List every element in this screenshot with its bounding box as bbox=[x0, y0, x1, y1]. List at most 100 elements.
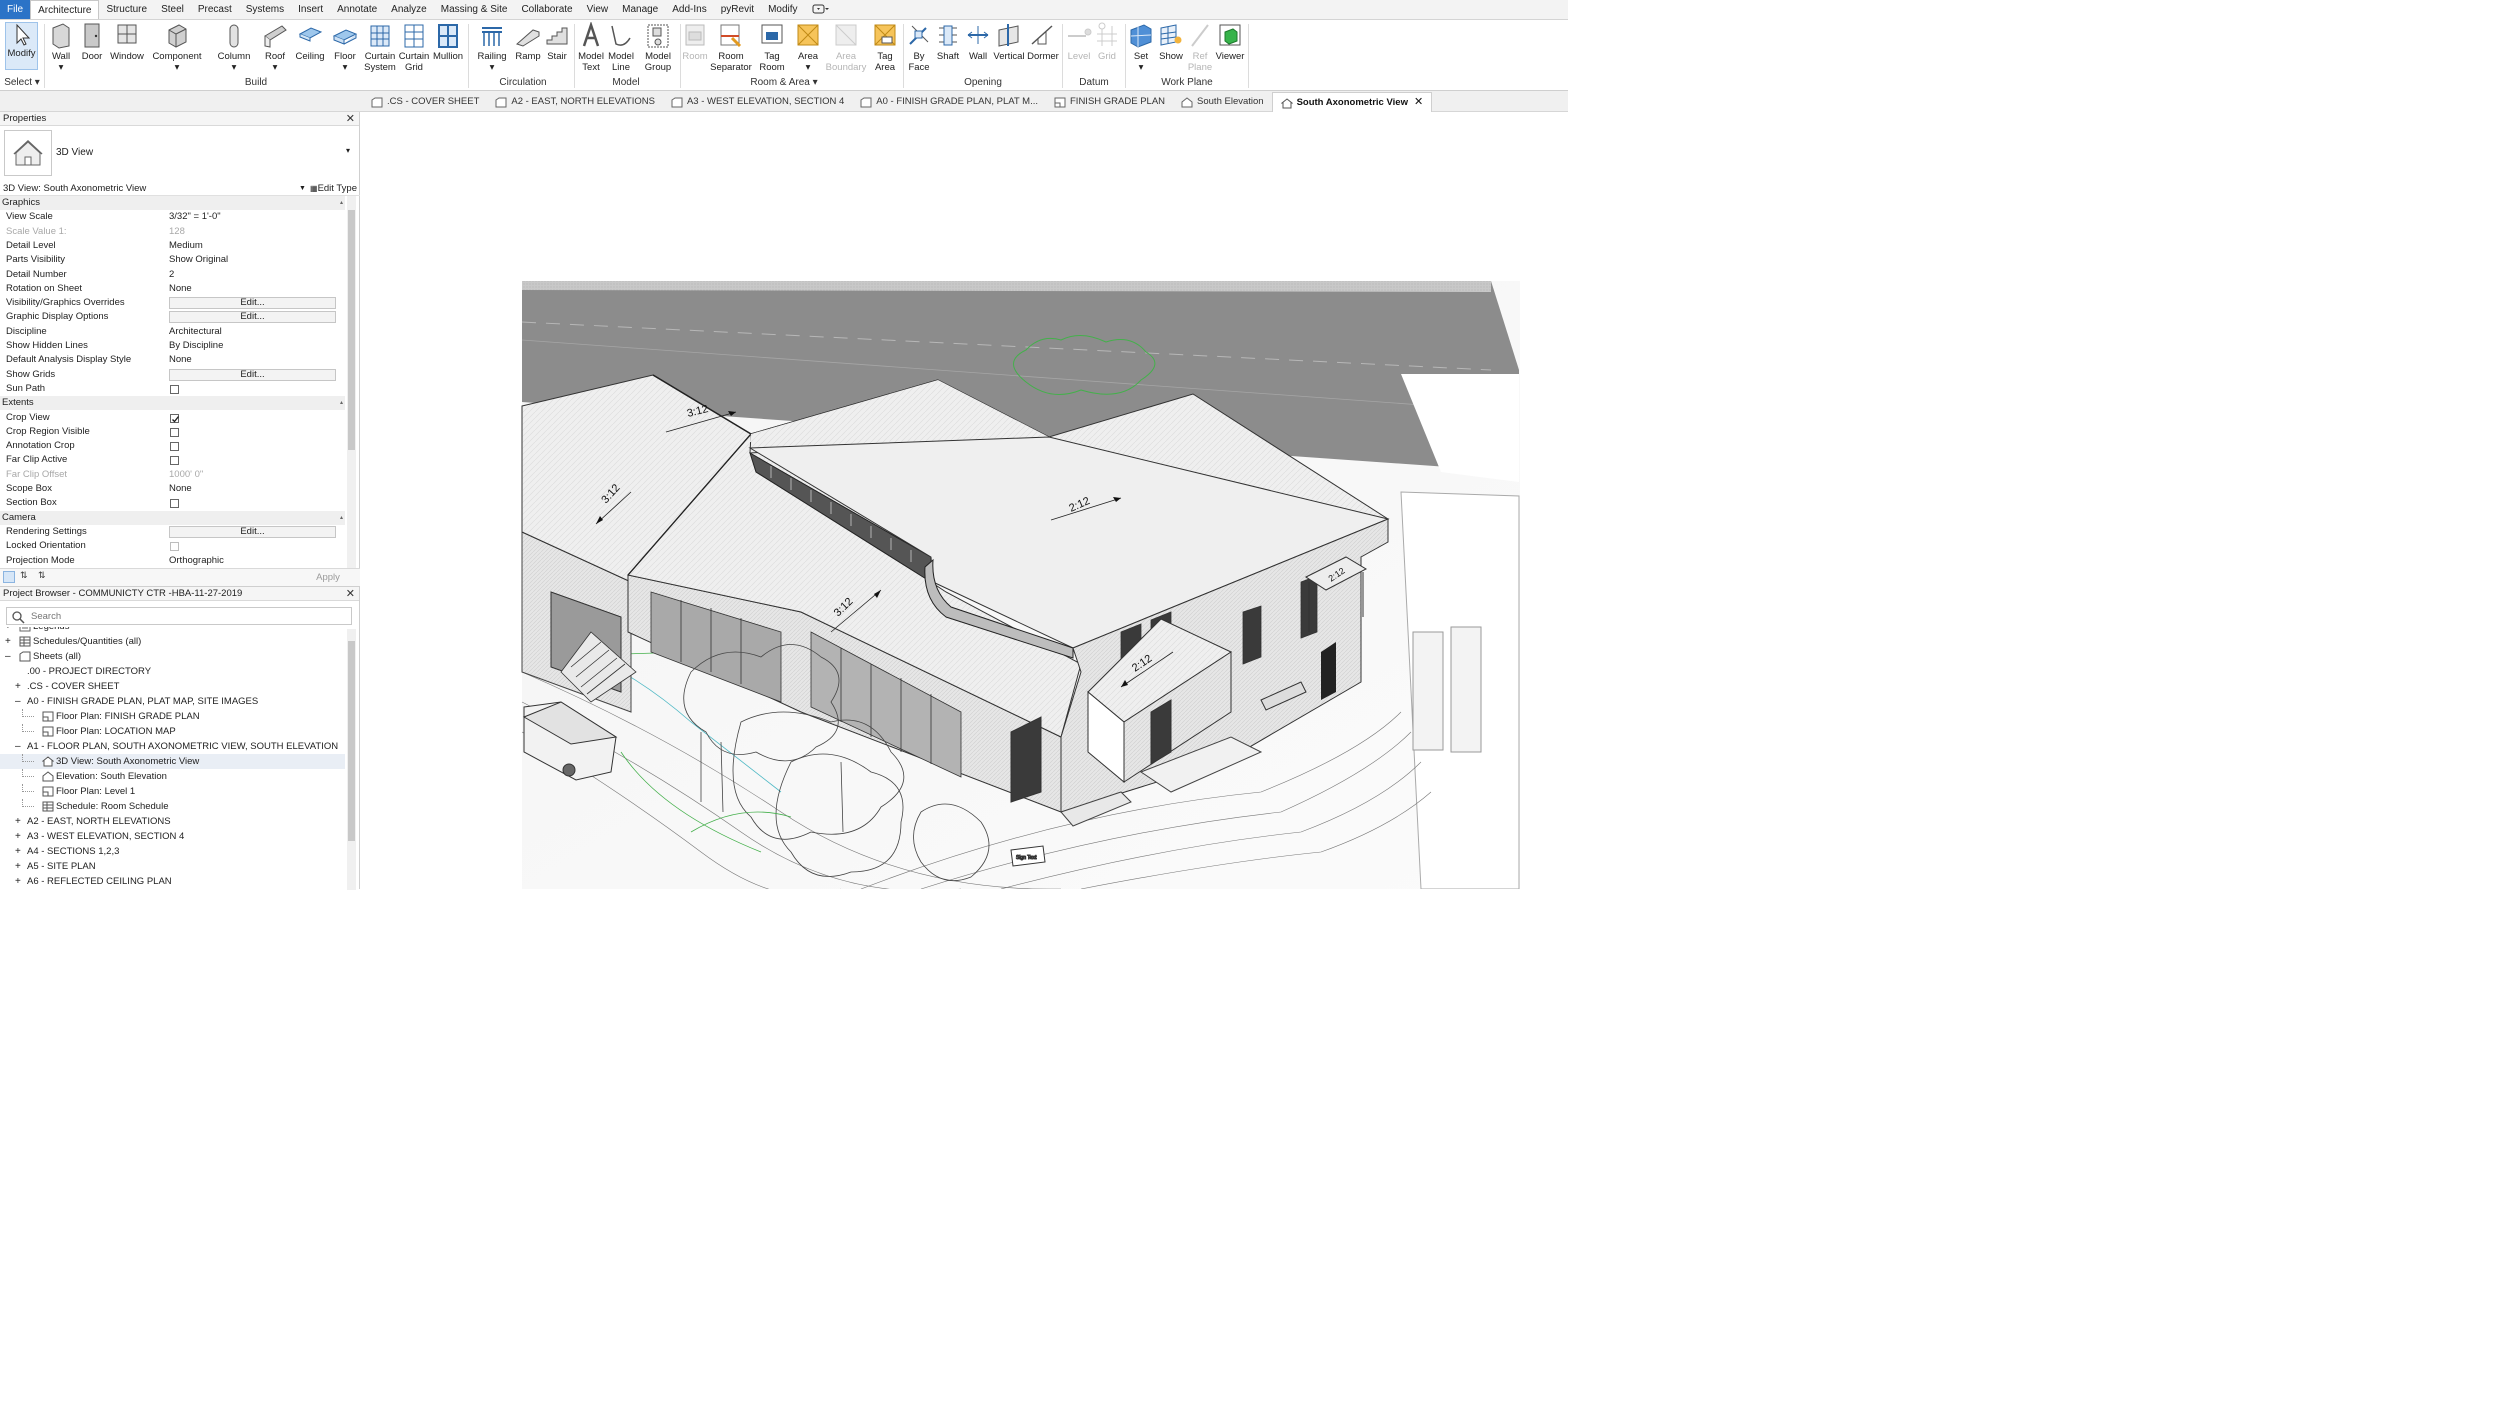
property-value[interactable]: None bbox=[169, 482, 192, 496]
window-tool[interactable]: Window bbox=[110, 22, 144, 62]
group-room-area[interactable]: Room & Area ▾ bbox=[724, 77, 844, 88]
curtain-grid-tool[interactable]: Curtain Grid bbox=[398, 22, 430, 73]
door-tool[interactable]: Door bbox=[80, 22, 104, 62]
grid-tool[interactable]: Grid bbox=[1094, 22, 1120, 62]
tree-item[interactable]: + Legends bbox=[0, 627, 345, 634]
sort-ascending-icon[interactable]: ⇅ bbox=[20, 570, 28, 581]
view-tab[interactable]: .CS - COVER SHEET bbox=[363, 92, 487, 112]
edit-button[interactable]: Edit... bbox=[169, 311, 336, 324]
tree-item[interactable]: + A2 - EAST, NORTH ELEVATIONS bbox=[0, 814, 345, 829]
curtain-system-tool[interactable]: Curtain System bbox=[364, 22, 396, 73]
property-value[interactable]: Medium bbox=[169, 239, 203, 253]
stair-tool[interactable]: Stair bbox=[544, 22, 570, 62]
component-tool[interactable]: Component ▾ bbox=[152, 22, 202, 73]
room-tool[interactable]: Room bbox=[682, 22, 708, 62]
roof-tool[interactable]: Roof ▾ bbox=[262, 22, 288, 73]
tree-item[interactable]: – A0 - FINISH GRADE PLAN, PLAT MAP, SITE … bbox=[0, 694, 345, 709]
set-tool[interactable]: Set ▾ bbox=[1128, 22, 1154, 73]
menu-analyze[interactable]: Analyze bbox=[384, 0, 434, 19]
expand-icon[interactable]: + bbox=[15, 679, 21, 694]
collapse-icon[interactable]: – bbox=[15, 739, 21, 754]
group-select[interactable]: Select ▾ bbox=[4, 77, 40, 88]
viewer-tool[interactable]: Viewer bbox=[1214, 22, 1246, 62]
show-tool[interactable]: Show bbox=[1156, 22, 1186, 62]
expand-icon[interactable]: + bbox=[15, 814, 21, 829]
menu-pyrevit[interactable]: pyRevit bbox=[714, 0, 761, 19]
expand-icon[interactable]: + bbox=[5, 627, 11, 634]
property-value[interactable]: 2 bbox=[169, 268, 174, 282]
sort-descending-icon[interactable]: ⇅ bbox=[38, 570, 46, 581]
expand-icon[interactable]: + bbox=[15, 874, 21, 889]
checkbox[interactable] bbox=[170, 542, 179, 552]
property-category[interactable]: Graphics ▴ bbox=[0, 196, 345, 211]
edit-button[interactable]: Edit... bbox=[169, 525, 336, 538]
collapse-icon[interactable]: – bbox=[15, 694, 21, 709]
search-box[interactable] bbox=[6, 607, 352, 625]
ceiling-tool[interactable]: Ceiling bbox=[294, 22, 326, 62]
properties-scrollbar[interactable] bbox=[347, 196, 356, 568]
floor-tool[interactable]: Floor ▾ bbox=[332, 22, 358, 73]
browser-scrollbar[interactable] bbox=[347, 629, 356, 890]
checkbox[interactable] bbox=[170, 499, 179, 509]
property-value[interactable]: None bbox=[169, 282, 192, 296]
expand-icon[interactable]: + bbox=[15, 859, 21, 874]
tree-item[interactable]: Floor Plan: FINISH GRADE PLAN bbox=[0, 709, 345, 724]
area-boundary-tool[interactable]: Area Boundary bbox=[826, 22, 866, 73]
edit-type-button[interactable]: ▦Edit Type bbox=[310, 182, 357, 196]
property-value[interactable]: 3/32" = 1'-0" bbox=[169, 210, 221, 224]
area-tool[interactable]: Area ▾ bbox=[792, 22, 824, 73]
instance-selector[interactable]: 3D View: South Axonometric View bbox=[3, 182, 146, 196]
categorize-icon[interactable] bbox=[3, 571, 15, 583]
checkbox[interactable] bbox=[170, 413, 180, 423]
menu-manage[interactable]: Manage bbox=[615, 0, 665, 19]
menu-systems[interactable]: Systems bbox=[239, 0, 291, 19]
model-line-tool[interactable]: Model Line bbox=[606, 22, 636, 73]
quick-access-dropdown[interactable] bbox=[805, 0, 837, 19]
column-tool[interactable]: Column ▾ bbox=[218, 22, 250, 73]
checkbox[interactable] bbox=[170, 456, 179, 466]
tag-area-tool[interactable]: Tag Area bbox=[870, 22, 900, 73]
close-icon[interactable]: ✕ bbox=[346, 587, 355, 601]
modify-tool[interactable]: Modify bbox=[5, 22, 38, 70]
room-separator-tool[interactable]: Room Separator bbox=[710, 22, 752, 73]
ref-plane-tool[interactable]: Ref Plane bbox=[1188, 22, 1212, 73]
menu-precast[interactable]: Precast bbox=[191, 0, 239, 19]
tree-item[interactable]: Schedule: Room Schedule bbox=[0, 799, 345, 814]
menu-modify[interactable]: Modify bbox=[761, 0, 804, 19]
tree-item[interactable]: – Sheets (all) bbox=[0, 649, 345, 664]
chevron-down-icon[interactable]: ▼ bbox=[299, 182, 306, 196]
view-tab[interactable]: FINISH GRADE PLAN bbox=[1046, 92, 1173, 112]
by-face-tool[interactable]: By Face bbox=[906, 22, 932, 73]
checkbox[interactable] bbox=[170, 427, 179, 437]
tag-room-tool[interactable]: Tag Room bbox=[756, 22, 788, 73]
dormer-tool[interactable]: Dormer bbox=[1026, 22, 1060, 62]
tree-item[interactable]: – A1 - FLOOR PLAN, SOUTH AXONOMETRIC VIEW… bbox=[0, 739, 345, 754]
axonometric-view[interactable]: Sign Text 3:12 3:12 2:12 3:12 2:12 2:12 bbox=[361, 112, 1568, 889]
view-tab[interactable]: A2 - EAST, NORTH ELEVATIONS bbox=[487, 92, 663, 112]
tree-item[interactable]: + A3 - WEST ELEVATION, SECTION 4 bbox=[0, 829, 345, 844]
tree-item[interactable]: + A5 - SITE PLAN bbox=[0, 859, 345, 874]
expand-icon[interactable]: + bbox=[5, 634, 11, 649]
property-value[interactable]: Show Original bbox=[169, 253, 228, 267]
close-tab-icon[interactable]: ✕ bbox=[1414, 96, 1423, 108]
menu-structure[interactable]: Structure bbox=[99, 0, 154, 19]
tree-item[interactable]: Elevation: South Elevation bbox=[0, 769, 345, 784]
apply-button[interactable]: Apply bbox=[304, 571, 352, 584]
view-tab[interactable]: A0 - FINISH GRADE PLAN, PLAT M... bbox=[852, 92, 1046, 112]
property-category[interactable]: Extents ▴ bbox=[0, 396, 345, 411]
menu-architecture[interactable]: Architecture bbox=[30, 0, 100, 19]
property-value[interactable]: None bbox=[169, 353, 192, 367]
collapse-arrow-icon[interactable]: ▴ bbox=[340, 396, 343, 410]
vertical-tool[interactable]: Vertical bbox=[993, 22, 1025, 62]
collapse-arrow-icon[interactable]: ▴ bbox=[340, 196, 343, 210]
opening-wall-tool[interactable]: Wall bbox=[964, 22, 992, 62]
tree-item[interactable]: Floor Plan: LOCATION MAP bbox=[0, 724, 345, 739]
mullion-tool[interactable]: Mullion bbox=[432, 22, 464, 62]
tree-item[interactable]: + .CS - COVER SHEET bbox=[0, 679, 345, 694]
model-group-tool[interactable]: Model Group bbox=[640, 22, 676, 73]
menu-steel[interactable]: Steel bbox=[154, 0, 191, 19]
wall-tool[interactable]: Wall ▾ bbox=[48, 22, 74, 73]
edit-button[interactable]: Edit... bbox=[169, 297, 336, 310]
tree-item[interactable]: + A6 - REFLECTED CEILING PLAN bbox=[0, 874, 345, 889]
type-selector[interactable]: 3D View ▾ bbox=[0, 126, 360, 182]
